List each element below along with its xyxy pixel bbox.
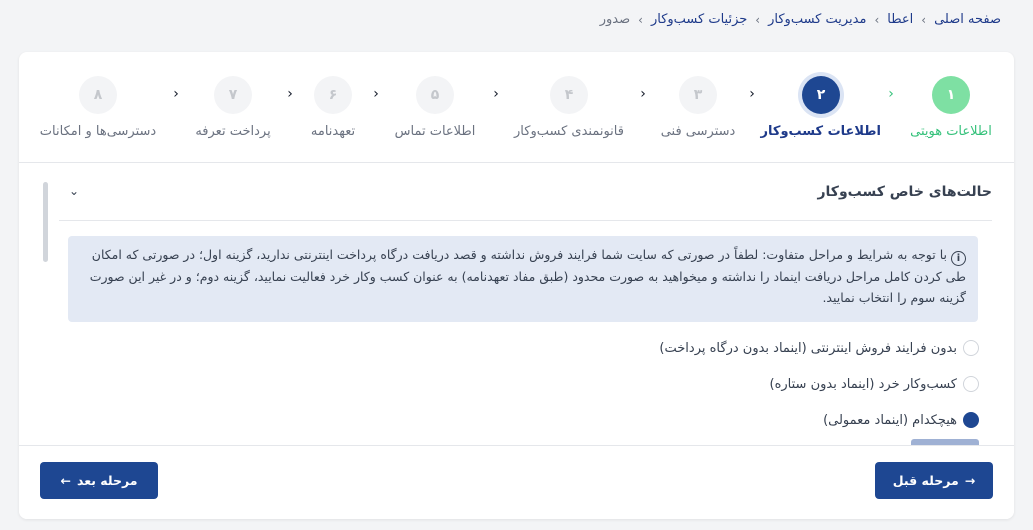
step-technical-access[interactable]: ۳ دسترسی فنی	[638, 76, 758, 139]
next-step-button[interactable]: مرحله بعد ←	[40, 462, 158, 499]
radio-button[interactable]	[963, 340, 979, 356]
step-number: ۵	[416, 76, 454, 114]
step-business-legality[interactable]: ۴ قانونمندی کسب‌وکار	[509, 76, 629, 139]
step-label: دسترسی‌ها و امکانات	[39, 124, 157, 139]
radio-option-none[interactable]: هیچکدام (اینماد معمولی)	[659, 402, 979, 438]
breadcrumb-home[interactable]: صفحه اصلی	[934, 12, 1001, 27]
info-icon: i	[951, 251, 966, 266]
radio-button[interactable]	[963, 376, 979, 392]
chevron-left-icon: ›	[874, 12, 880, 27]
step-number: ۴	[550, 76, 588, 114]
step-number: ۱	[932, 76, 970, 114]
step-label: اطلاعات هویتی	[910, 124, 992, 139]
breadcrumb: صفحه اصلی › اعطا › مدیریت کسب‌وکار › جزئ…	[600, 12, 1001, 27]
arrow-left-icon: ←	[60, 473, 71, 488]
info-text: با توجه به شرایط و مراحل متفاوت: لطفاً د…	[89, 247, 966, 305]
step-number: ۷	[214, 76, 252, 114]
breadcrumb-business-management[interactable]: مدیریت کسب‌وکار	[768, 12, 866, 27]
chevron-left-icon: ›	[173, 86, 179, 102]
chevron-left-icon: ›	[755, 12, 761, 27]
chevron-left-icon: ›	[640, 86, 646, 102]
step-label: اطلاعات کسب‌وکار	[760, 124, 881, 139]
radio-label: بدون فرایند فروش اینترنتی (اینماد بدون د…	[659, 340, 957, 356]
radio-label: کسب‌وکار خرد (اینماد بدون ستاره)	[769, 376, 957, 392]
chevron-left-icon: ›	[638, 12, 643, 27]
section-header[interactable]: حالت‌های خاص کسب‌وکار ⌄	[59, 162, 992, 221]
step-number: ۶	[314, 76, 352, 114]
radio-button-checked[interactable]	[963, 412, 979, 428]
wizard-footer: → مرحله قبل مرحله بعد ←	[19, 445, 1014, 519]
section-title: حالت‌های خاص کسب‌وکار	[817, 184, 992, 200]
radio-label: هیچکدام (اینماد معمولی)	[823, 412, 957, 428]
chevron-left-icon: ›	[921, 12, 927, 27]
breadcrumb-current: صدور	[599, 12, 631, 27]
info-alert: iبا توجه به شرایط و مراحل متفاوت: لطفاً …	[68, 236, 978, 322]
step-contact-info[interactable]: ۵ اطلاعات تماس	[375, 76, 495, 139]
step-identity-info[interactable]: ۱ اطلاعات هویتی	[891, 76, 1011, 139]
radio-option-micro-business[interactable]: کسب‌وکار خرد (اینماد بدون ستاره)	[659, 366, 979, 402]
step-business-info[interactable]: ۲ اطلاعات کسب‌وکار	[761, 76, 881, 139]
step-fee-payment[interactable]: ۷ پرداخت تعرفه	[173, 76, 293, 139]
step-number: ۲	[802, 76, 840, 114]
button-label: مرحله قبل	[892, 473, 959, 488]
chevron-left-icon: ›	[888, 86, 894, 102]
step-number: ۳	[679, 76, 717, 114]
wizard-card: ۱ اطلاعات هویتی › ۲ اطلاعات کسب‌وکار › ۳…	[19, 52, 1014, 519]
step-label: دسترسی فنی	[660, 124, 736, 139]
breadcrumb-business-details[interactable]: جزئیات کسب‌وکار	[651, 12, 747, 27]
breadcrumb-grant[interactable]: اعطا	[887, 12, 913, 27]
arrow-right-icon: →	[964, 473, 976, 488]
step-label: پرداخت تعرفه	[195, 124, 271, 139]
special-mode-radio-group: بدون فرایند فروش اینترنتی (اینماد بدون د…	[659, 330, 979, 438]
button-label: مرحله بعد	[76, 473, 138, 488]
previous-step-button[interactable]: → مرحله قبل	[875, 462, 993, 499]
chevron-down-icon[interactable]: ⌄	[69, 184, 79, 198]
step-label: اطلاعات تماس	[394, 124, 476, 139]
step-number: ۸	[79, 76, 117, 114]
stepper: ۱ اطلاعات هویتی › ۲ اطلاعات کسب‌وکار › ۳…	[19, 52, 1014, 163]
step-access-features[interactable]: ۸ دسترسی‌ها و امکانات	[38, 76, 158, 139]
scrollbar-thumb[interactable]	[43, 182, 48, 262]
radio-option-no-online-sales[interactable]: بدون فرایند فروش اینترنتی (اینماد بدون د…	[659, 330, 979, 366]
step-label: قانونمندی کسب‌وکار	[514, 124, 624, 139]
